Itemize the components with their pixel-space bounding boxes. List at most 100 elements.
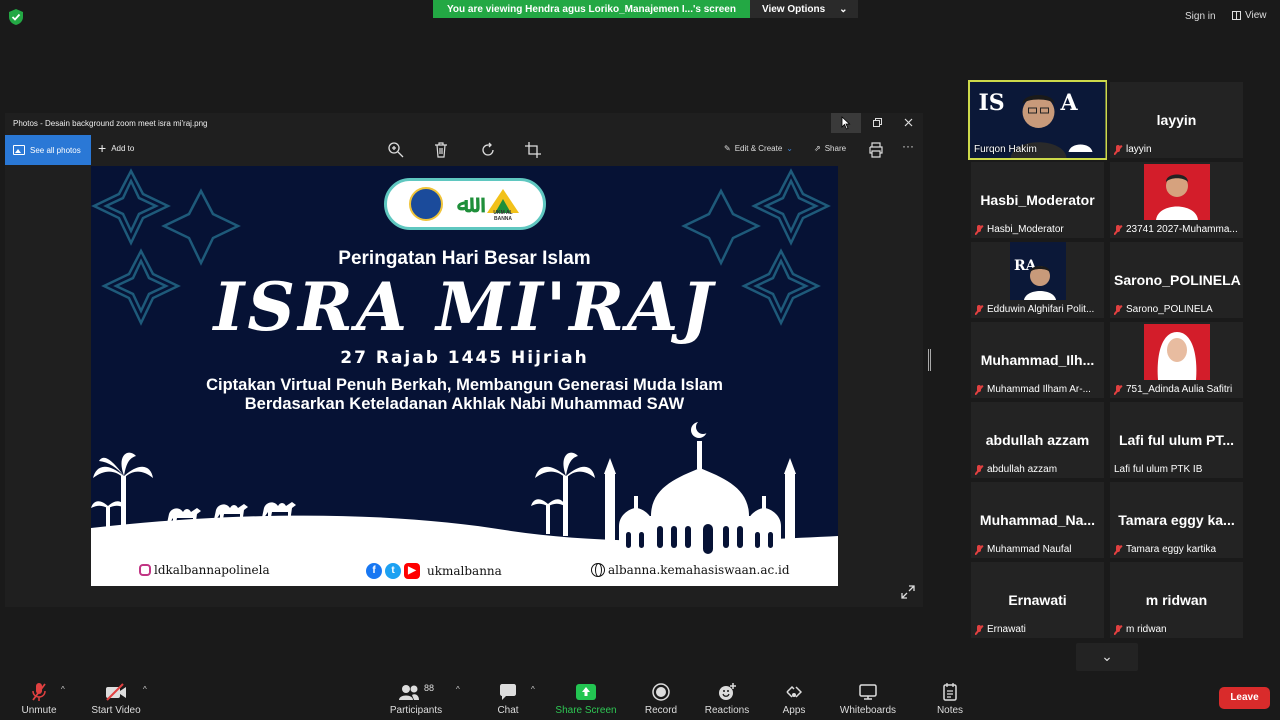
participant-tile[interactable]: Sarono_POLINELA Sarono_POLINELA [1110,242,1243,318]
participants-button[interactable]: 88 Participants [386,682,446,716]
social-handles: f t ▶ ukmalbanna [366,563,502,579]
view-options-label: View Options [761,4,826,15]
see-all-photos-button[interactable]: See all photos [5,135,91,165]
mic-muted-icon [1114,384,1122,395]
edit-create-button[interactable]: ✎ Edit & Create ⌄ [724,144,793,153]
photos-app-window: Photos - Desain background zoom meet isr… [5,113,923,607]
share-screen-label: Share Screen [555,705,617,716]
mic-muted-icon [1114,224,1122,235]
participant-name-label: Muhammad Naufal [975,544,1071,555]
share-screen-button[interactable]: Share Screen [555,682,617,716]
participant-tile[interactable]: 751_Adinda Aulia Safitri [1110,322,1243,398]
panel-resize-handle[interactable] [928,349,931,371]
share-button[interactable]: ⇗ Share [814,144,846,153]
plus-icon: + [98,140,107,156]
participant-tile[interactable]: m ridwan m ridwan [1110,562,1243,638]
globe-icon [591,563,605,577]
mic-muted-icon [975,224,983,235]
ldk-logo: ﷲ [456,189,472,218]
participants-icon [398,685,419,700]
screen-share-banner: You are viewing Hendra agus Loriko_Manaj… [433,0,858,18]
zoom-in-icon[interactable] [387,141,405,159]
participant-tile[interactable]: 23741 2027-Muhamma... [1110,162,1243,238]
video-off-icon [106,683,126,701]
video-options-caret-icon[interactable]: ^ [143,685,147,694]
participant-display-name: Tamara eggy ka... [1118,512,1235,528]
participant-tile[interactable]: Hasbi_Moderator Hasbi_Moderator [971,162,1104,238]
participant-tile[interactable]: IS A Furqon Hakim [968,80,1107,160]
record-label: Record [644,705,678,716]
apps-button[interactable]: Apps [780,682,808,716]
svg-text:IS: IS [978,90,1004,116]
participant-tile[interactable]: abdullah azzam abdullah azzam [971,402,1104,478]
leave-button[interactable]: Leave [1219,687,1270,709]
instagram-handle: ldkalbannapolinela [139,563,270,577]
close-icon [904,118,912,127]
chat-button[interactable]: Chat [492,682,524,716]
share-icon: ⇗ [814,144,821,153]
chat-options-caret-icon[interactable]: ^ [531,685,535,694]
theme-line-2: Berdasarkan Keteladanan Akhlak Nabi Muha… [244,395,685,413]
participant-tile[interactable]: Muhammad_Ilh... Muhammad Ilham Ar-... [971,322,1104,398]
whiteboards-label: Whiteboards [839,705,897,716]
participant-display-name: Sarono_POLINELA [1114,272,1241,288]
participant-name-label: Ernawati [975,624,1026,635]
ukm-al-banna-logo: UKM AL BANNA [485,187,521,222]
rotate-icon[interactable] [479,141,497,159]
record-button[interactable]: Record [643,682,679,716]
record-icon [652,683,670,701]
reactions-button[interactable]: Reactions [704,682,750,716]
poster-date: 27 Rajab 1445 Hijriah [340,348,589,368]
participant-name-label: Sarono_POLINELA [1114,304,1213,315]
participant-tile[interactable]: Ernawati Ernawati [971,562,1104,638]
delete-icon[interactable] [432,141,450,159]
edit-create-label: Edit & Create [734,144,783,153]
reactions-label: Reactions [704,705,750,716]
mic-muted-icon [975,464,983,475]
add-to-button[interactable]: + Add to [98,140,134,156]
share-label: Share [824,144,847,153]
whiteboards-button[interactable]: Whiteboards [838,682,898,716]
view-button[interactable]: View [1232,10,1267,21]
view-options-button[interactable]: View Options ⌄ [749,0,858,18]
next-page-button[interactable]: ⌄ [1076,643,1138,671]
photo-icon [13,145,25,155]
mic-muted-icon [1114,144,1122,155]
participants-options-caret-icon[interactable]: ^ [456,685,460,694]
edit-icon: ✎ [724,144,731,153]
view-label: View [1245,10,1267,21]
website-text: albanna.kemahasiswaan.ac.id [608,563,790,577]
participant-display-name: Hasbi_Moderator [980,192,1095,208]
sign-in-link[interactable]: Sign in [1185,11,1216,22]
photos-toolbar: See all photos + Add to ✎ Edit & Create … [5,135,923,165]
fullscreen-icon[interactable] [901,585,915,599]
participant-name-label: Edduwin Alghifari Polit... [975,304,1094,315]
participant-display-name: layyin [1156,112,1197,128]
crop-icon[interactable] [524,141,542,159]
notes-button[interactable]: Notes [934,682,966,716]
participant-name-label: layyin [1114,144,1152,155]
participant-tile[interactable]: Muhammad_Na... Muhammad Naufal [971,482,1104,558]
minimize-button[interactable] [831,113,861,133]
more-options-icon[interactable]: ··· [902,139,914,153]
start-video-button[interactable]: Start Video [90,682,142,716]
chevron-down-icon: ⌄ [1101,648,1113,664]
participant-name-label: Tamara eggy kartika [1114,544,1216,555]
participant-tile[interactable]: layyin layyin [1110,82,1243,158]
notes-icon [943,683,957,701]
print-icon[interactable] [867,141,885,159]
unmute-button[interactable]: Unmute [20,682,58,716]
participant-name-label: abdullah azzam [975,464,1057,475]
participant-tile[interactable]: RA Edduwin Alghifari Polit... [971,242,1104,318]
microphone-muted-icon [32,683,46,701]
start-video-label: Start Video [91,705,141,716]
participant-name-label: 23741 2027-Muhamma... [1114,224,1238,235]
close-button[interactable] [893,113,923,133]
cursor-icon [841,116,851,130]
restore-button[interactable] [862,113,892,133]
mic-muted-icon [975,624,983,635]
audio-options-caret-icon[interactable]: ^ [61,685,65,694]
participant-tile[interactable]: Lafi ful ulum PT... Lafi ful ulum PTK IB [1110,402,1243,478]
participant-tile[interactable]: Tamara eggy ka... Tamara eggy kartika [1110,482,1243,558]
security-shield-icon[interactable] [9,9,23,25]
